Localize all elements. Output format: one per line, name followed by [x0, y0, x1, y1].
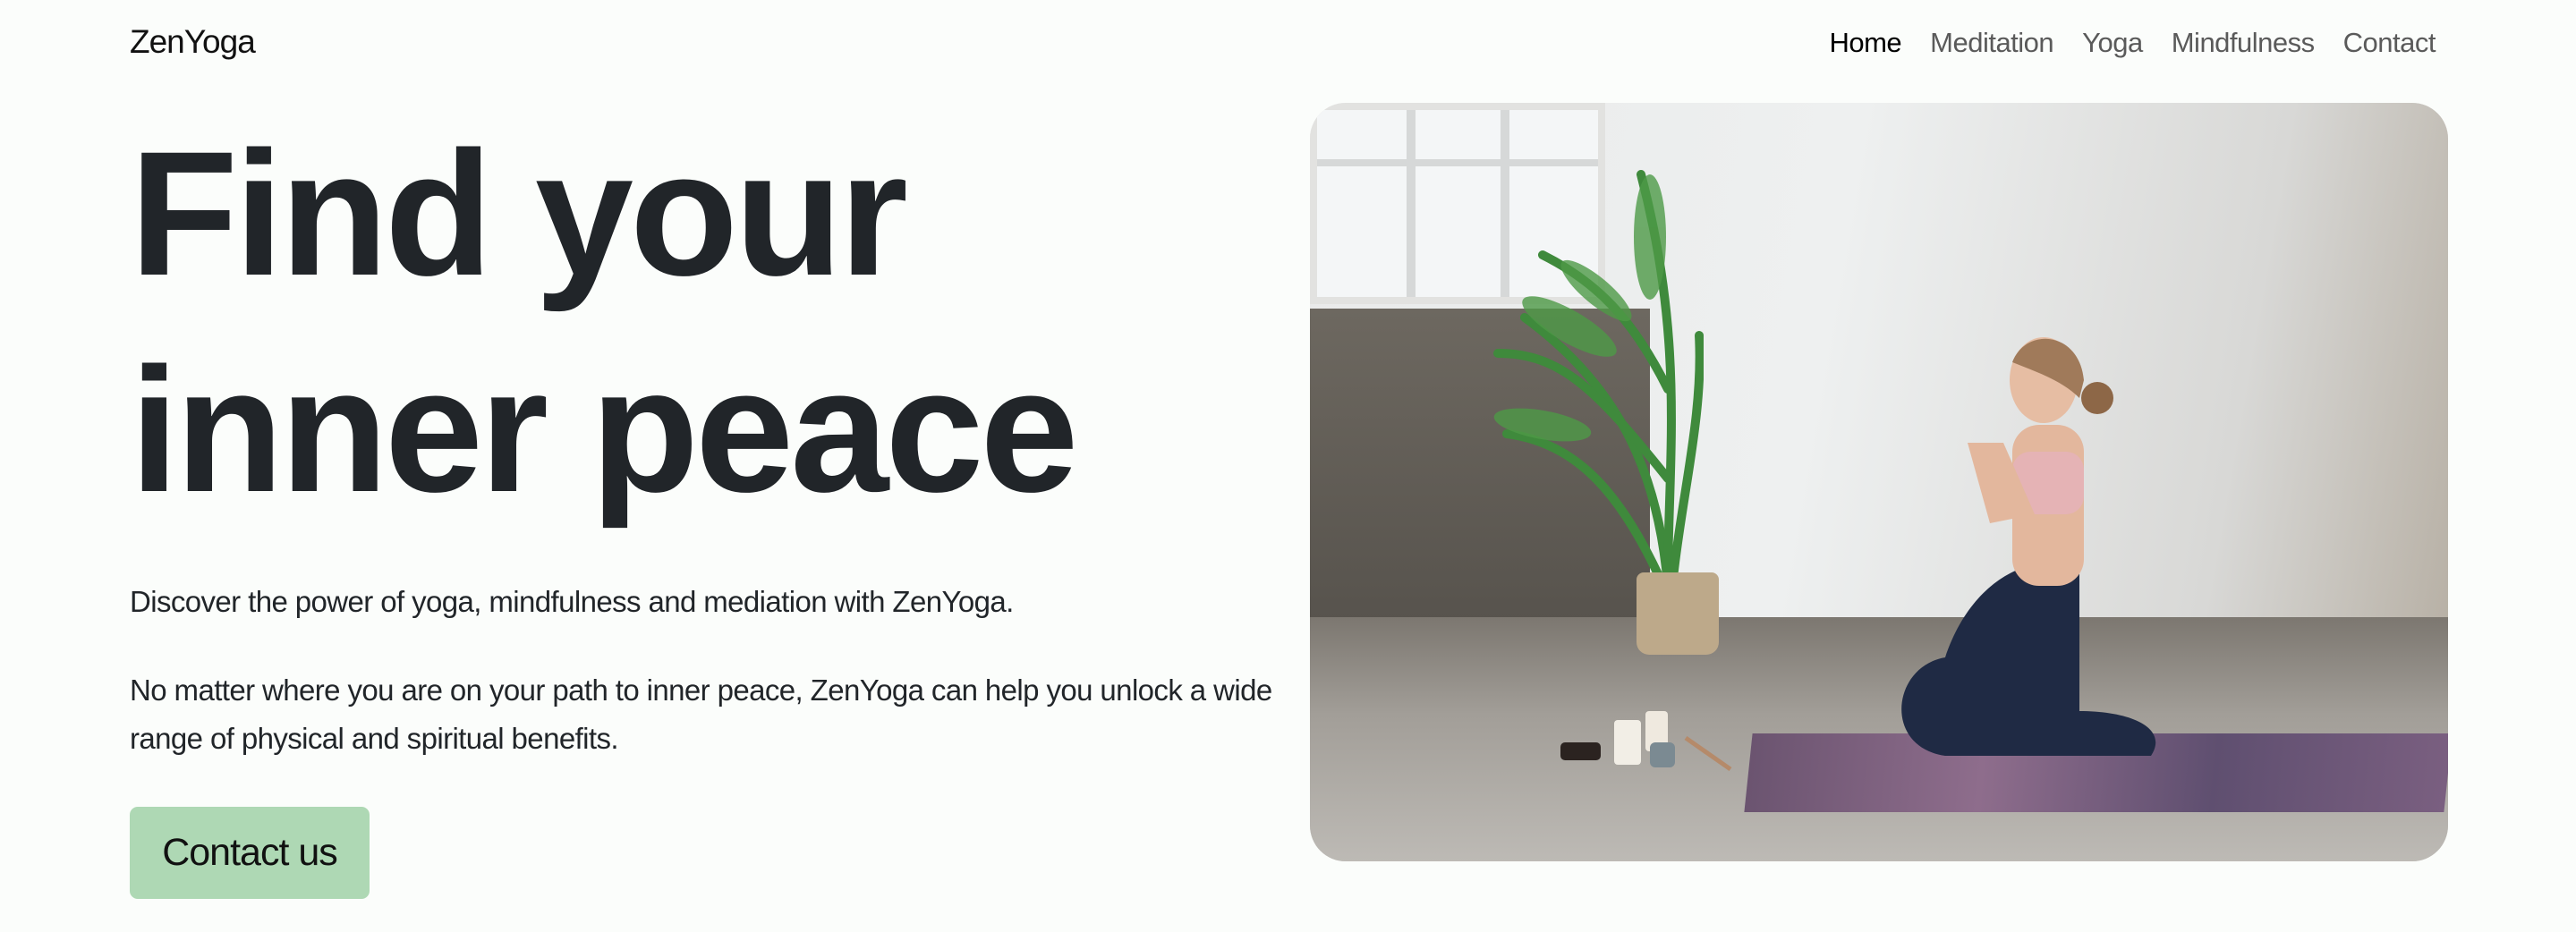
- woman-figure: [1901, 337, 2156, 756]
- hero-intro: Discover the power of yoga, mindfulness …: [130, 585, 1014, 618]
- logo[interactable]: ZenYoga: [130, 23, 256, 61]
- nav-meditation[interactable]: Meditation: [1930, 27, 2054, 59]
- nav-contact[interactable]: Contact: [2343, 27, 2436, 59]
- main-nav: Home Meditation Yoga Mindfulness Contact: [1829, 27, 2436, 59]
- plant-icon: [1493, 170, 1704, 590]
- contact-us-button[interactable]: Contact us: [130, 807, 370, 899]
- plant-pot: [1637, 572, 1719, 655]
- hero-title: Find your inner peace: [130, 114, 1079, 529]
- nav-home[interactable]: Home: [1829, 27, 1901, 59]
- candles-icon: [1560, 711, 1732, 772]
- hero-description: No matter where you are on your path to …: [130, 674, 1272, 755]
- nav-mindfulness[interactable]: Mindfulness: [2172, 27, 2315, 59]
- nav-yoga[interactable]: Yoga: [2082, 27, 2143, 59]
- hero-image: [1310, 103, 2448, 861]
